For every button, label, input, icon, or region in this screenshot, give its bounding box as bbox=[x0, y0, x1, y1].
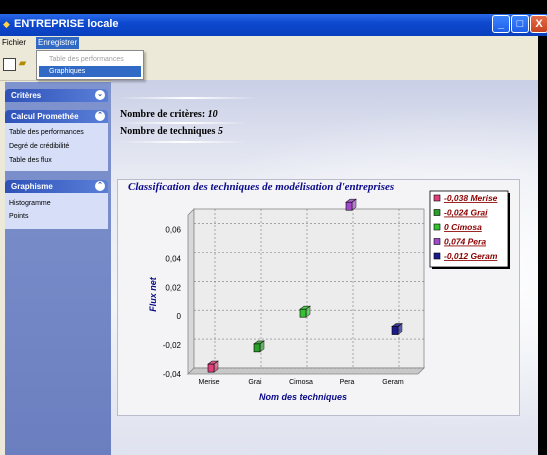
criteria-value: 10 bbox=[207, 109, 218, 120]
decorative-line bbox=[118, 122, 248, 124]
panel-graphisme-header[interactable]: Graphisme ⌃ bbox=[5, 180, 108, 193]
data-point bbox=[299, 308, 307, 318]
window-right-edge bbox=[538, 36, 547, 455]
techniques-label: Nombre de techniques bbox=[120, 126, 216, 137]
chevron-up-icon[interactable]: ⌃ bbox=[95, 111, 105, 121]
sidebar-item-table-flux[interactable]: Table des flux bbox=[9, 157, 52, 164]
menu-bar: Fichier Enregistrer bbox=[0, 36, 547, 50]
data-point bbox=[207, 363, 215, 373]
legend-swatch bbox=[433, 223, 441, 231]
maximize-button[interactable]: □ bbox=[511, 15, 529, 33]
panel-criteres-title: Critères bbox=[11, 91, 42, 100]
title-bar[interactable]: ◆ ENTREPRISE locale _ □ X bbox=[0, 14, 547, 36]
decorative-line bbox=[118, 141, 248, 143]
chevron-down-icon[interactable]: ⌄ bbox=[95, 90, 105, 100]
y-tick-label: 0 bbox=[177, 312, 182, 321]
y-tick-label: 0,06 bbox=[165, 225, 181, 234]
open-folder-icon[interactable]: ▰ bbox=[17, 58, 28, 69]
x-tick-label: Pera bbox=[340, 379, 355, 386]
app-window: ◆ ENTREPRISE locale _ □ X Fichier Enregi… bbox=[0, 0, 547, 455]
minimize-button[interactable]: _ bbox=[492, 15, 510, 33]
x-tick-label: Merise bbox=[198, 379, 219, 386]
app-icon: ◆ bbox=[3, 19, 10, 29]
data-point bbox=[345, 201, 353, 211]
legend-label: -0,024 Grai bbox=[444, 208, 488, 218]
new-file-icon[interactable] bbox=[3, 58, 16, 71]
x-tick-label: Cimosa bbox=[289, 379, 313, 386]
legend-swatch bbox=[433, 252, 441, 260]
menu-enregistrer[interactable]: Enregistrer bbox=[36, 37, 80, 49]
techniques-value: 5 bbox=[217, 126, 223, 137]
legend-label: 0 Cimosa bbox=[444, 222, 482, 232]
panel-calcul-title: Calcul Promethée bbox=[11, 112, 79, 121]
legend-label: -0,012 Geram bbox=[444, 251, 498, 261]
criteria-count: Nombre de critères: 10 bbox=[120, 109, 218, 120]
flux-net-scatter-chart: -0,04 -0,02 0 0,02 0,04 0,06 Merise Grai Cimosa P… bbox=[148, 190, 510, 402]
menu-item-graphiques[interactable]: Graphiques bbox=[39, 66, 141, 77]
close-button[interactable]: X bbox=[530, 15, 547, 33]
sidebar-item-histogramme[interactable]: Histogramme bbox=[9, 200, 51, 207]
panel-graphisme-body: Histogramme Points bbox=[5, 193, 108, 229]
chart-side-wall bbox=[187, 208, 195, 375]
y-tick-label: -0,04 bbox=[163, 370, 182, 379]
panel-graphisme-title: Graphisme bbox=[11, 182, 53, 191]
legend-label: 0,074 Pera bbox=[444, 237, 486, 247]
y-axis-label: Flux net bbox=[148, 276, 158, 312]
chevron-up-icon[interactable]: ⌃ bbox=[95, 181, 105, 191]
criteria-label: Nombre de critères: bbox=[120, 109, 206, 120]
techniques-count: Nombre de techniques 5 bbox=[120, 126, 223, 137]
chart-floor bbox=[187, 367, 425, 375]
decorative-line bbox=[118, 97, 258, 99]
y-tick-label: 0,02 bbox=[165, 283, 181, 292]
x-tick-label: Grai bbox=[248, 379, 262, 386]
sidebar-item-table-performances[interactable]: Table des performances bbox=[9, 129, 84, 136]
legend-swatch bbox=[433, 238, 441, 245]
panel-calcul-header[interactable]: Calcul Promethée ⌃ bbox=[5, 110, 108, 123]
y-tick-label: 0,04 bbox=[165, 254, 181, 263]
x-tick-label: Geram bbox=[382, 379, 404, 386]
menu-fichier[interactable]: Fichier bbox=[0, 37, 28, 49]
panel-calcul-body: Table des performances Degré de crédibil… bbox=[5, 123, 108, 171]
legend-swatch bbox=[433, 209, 441, 216]
window-title: ENTREPRISE locale bbox=[14, 18, 119, 30]
legend-swatch bbox=[433, 194, 441, 202]
data-point bbox=[391, 326, 399, 335]
menu-item-table-performances[interactable]: Table des performances bbox=[39, 54, 141, 65]
enregistrer-dropdown: Table des performances Graphiques bbox=[36, 50, 144, 80]
data-point bbox=[253, 343, 261, 353]
x-axis-label: Nom des techniques bbox=[259, 392, 347, 402]
plot-area bbox=[193, 208, 425, 369]
sidebar-item-points[interactable]: Points bbox=[9, 213, 28, 220]
legend-label: -0,038 Merise bbox=[444, 193, 498, 203]
panel-criteres-header[interactable]: Critères ⌄ bbox=[5, 89, 108, 102]
sidebar-item-degre-credibilite[interactable]: Degré de crédibilité bbox=[9, 143, 69, 150]
screen-top-edge bbox=[0, 0, 547, 14]
y-tick-label: -0,02 bbox=[163, 341, 182, 350]
